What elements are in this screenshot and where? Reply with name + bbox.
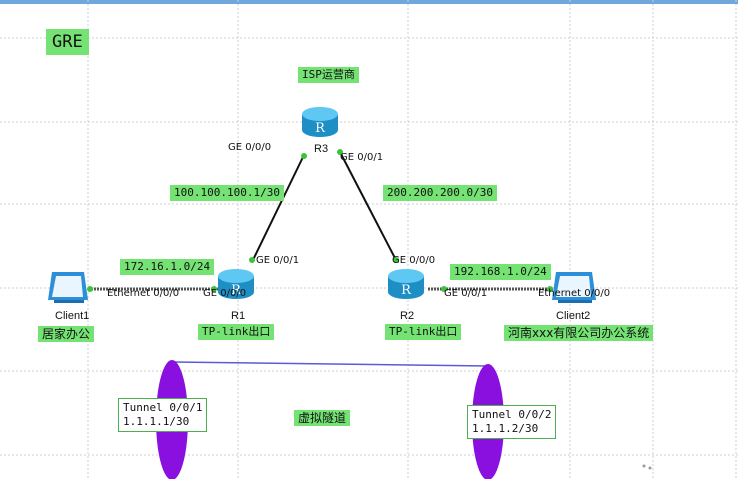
r2-port-ge000: GE 0/0/0 [392,255,436,266]
link-r3-r2 [339,151,398,263]
subnet-lan1: 172.16.1.0/24 [120,259,215,275]
client1-port-eth: Ethernet 0/0/0 [107,288,180,299]
client2-port-eth: Ethernet 0/0/0 [538,288,611,299]
router-r2-icon[interactable]: R [388,269,424,299]
client1-monitor-icon[interactable] [48,272,88,303]
r1-exit-label: TP-link出口 [198,324,275,340]
subnet-r2-r3: 200.200.200.0/30 [383,185,497,201]
r2-exit-label: TP-link出口 [385,324,462,340]
client1-location-label: 居家办公 [38,326,95,342]
r1-port-ge000: GE 0/0/0 [203,288,247,299]
topology-canvas: R R R [0,0,738,479]
client2-name: Client2 [556,310,591,322]
top-bar [0,0,738,4]
link-r3-r1 [251,154,305,263]
port-dot [249,257,255,263]
watermark-mark [642,464,646,468]
watermark-mark [648,466,652,470]
subnet-lan2: 192.168.1.0/24 [450,264,551,280]
client1-name: Client1 [55,310,90,322]
port-dot [87,286,93,292]
r1-port-ge001: GE 0/0/1 [256,255,300,266]
r2-port-ge001: GE 0/0/1 [444,288,488,299]
router-r1-name: R1 [231,310,246,322]
r3-port-ge000: GE 0/0/0 [228,142,272,153]
tunnel-label: 虚拟隧道 [294,410,351,426]
tunnel-right-box: Tunnel 0/0/2 1.1.1.2/30 [467,405,557,439]
client2-location-label: 河南xxx有限公司办公系统 [504,325,654,341]
router-r3-name: R3 [314,143,329,155]
router-r2-name: R2 [400,310,415,322]
tunnel-right-name: Tunnel 0/0/2 [472,408,552,421]
port-dot [301,153,307,159]
diagram-title: GRE [46,29,89,55]
tunnel-left-box: Tunnel 0/0/1 1.1.1.1/30 [118,398,208,432]
tunnel-line [171,361,489,367]
subnet-r1-r3: 100.100.100.1/30 [170,185,284,201]
tunnel-left-name: Tunnel 0/0/1 [123,401,203,414]
r3-port-ge001: GE 0/0/1 [340,152,384,163]
router-r2-glyph: R [401,283,412,298]
grid [0,0,738,479]
isp-label: ISP运营商 [298,67,359,83]
tunnel-left-ip: 1.1.1.1/30 [123,415,190,428]
router-r3-icon[interactable]: R [302,107,338,137]
router-r3-glyph: R [315,121,326,136]
tunnel-right-ip: 1.1.1.2/30 [472,422,539,435]
